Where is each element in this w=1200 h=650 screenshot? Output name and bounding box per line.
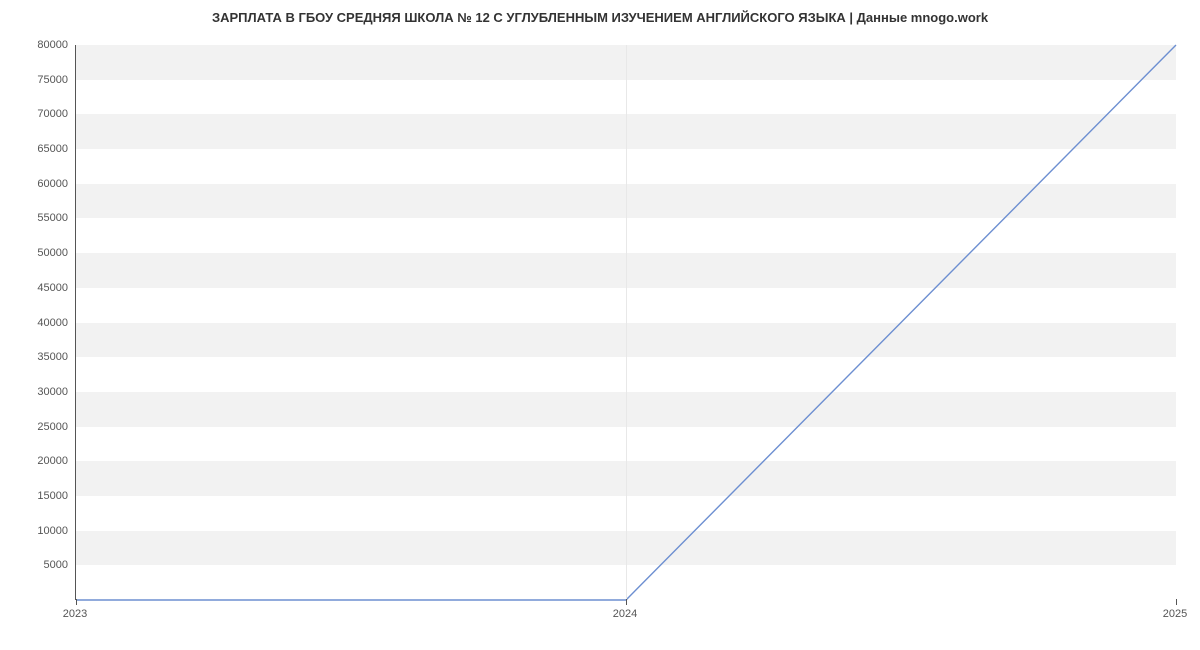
- y-tick-label: 50000: [8, 247, 68, 259]
- x-tick-label: 2025: [1163, 608, 1187, 620]
- y-tick-label: 70000: [8, 108, 68, 120]
- y-tick-label: 75000: [8, 74, 68, 86]
- y-tick-label: 20000: [8, 455, 68, 467]
- y-tick-label: 30000: [8, 386, 68, 398]
- y-tick-label: 5000: [8, 559, 68, 571]
- x-tick-label: 2023: [63, 608, 87, 620]
- y-tick-label: 40000: [8, 317, 68, 329]
- x-tick: [626, 599, 627, 605]
- y-tick-label: 35000: [8, 351, 68, 363]
- chart-title: ЗАРПЛАТА В ГБОУ СРЕДНЯЯ ШКОЛА № 12 С УГЛ…: [0, 10, 1200, 25]
- x-tick: [1176, 599, 1177, 605]
- y-tick-label: 55000: [8, 212, 68, 224]
- y-tick-label: 80000: [8, 39, 68, 51]
- y-tick-label: 65000: [8, 143, 68, 155]
- salary-line-chart: ЗАРПЛАТА В ГБОУ СРЕДНЯЯ ШКОЛА № 12 С УГЛ…: [0, 0, 1200, 650]
- plot-area: [75, 45, 1175, 600]
- x-tick: [76, 599, 77, 605]
- y-tick-label: 15000: [8, 490, 68, 502]
- y-tick-label: 25000: [8, 421, 68, 433]
- y-tick-label: 60000: [8, 178, 68, 190]
- y-tick-label: 45000: [8, 282, 68, 294]
- x-tick-label: 2024: [613, 608, 637, 620]
- y-tick-label: 10000: [8, 525, 68, 537]
- x-grid-line: [626, 45, 627, 599]
